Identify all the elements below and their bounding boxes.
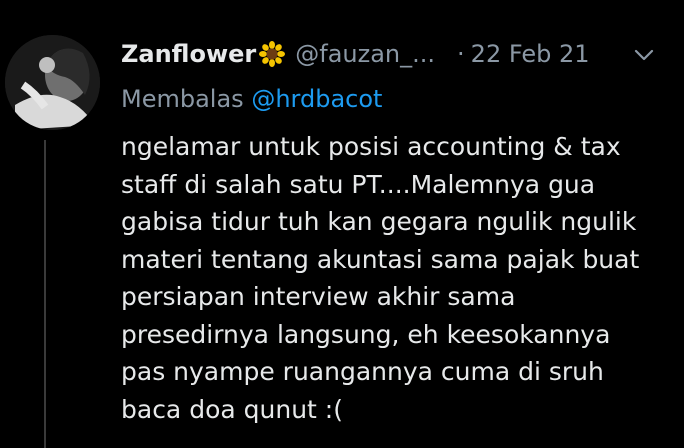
author-name[interactable]: Zanflower bbox=[121, 40, 256, 68]
reply-prefix: Membalas bbox=[121, 85, 244, 113]
sunflower-icon bbox=[259, 41, 286, 67]
tweet-header: Zanflower @fauzan_... · 22 Feb 21 bbox=[121, 40, 590, 68]
tweet-text: ngelamar untuk posisi accounting & tax s… bbox=[121, 132, 640, 424]
avatar-image bbox=[5, 35, 100, 130]
avatar[interactable] bbox=[5, 35, 100, 130]
separator-dot: · bbox=[457, 40, 465, 68]
tweet-date[interactable]: 22 Feb 21 bbox=[471, 40, 590, 68]
author-handle[interactable]: @fauzan_... bbox=[295, 40, 435, 68]
reply-mention-link[interactable]: @hrdbacot bbox=[251, 85, 382, 113]
reply-context: Membalas @hrdbacot bbox=[121, 85, 382, 113]
thread-line bbox=[44, 140, 46, 448]
chevron-down-icon[interactable] bbox=[634, 48, 654, 62]
